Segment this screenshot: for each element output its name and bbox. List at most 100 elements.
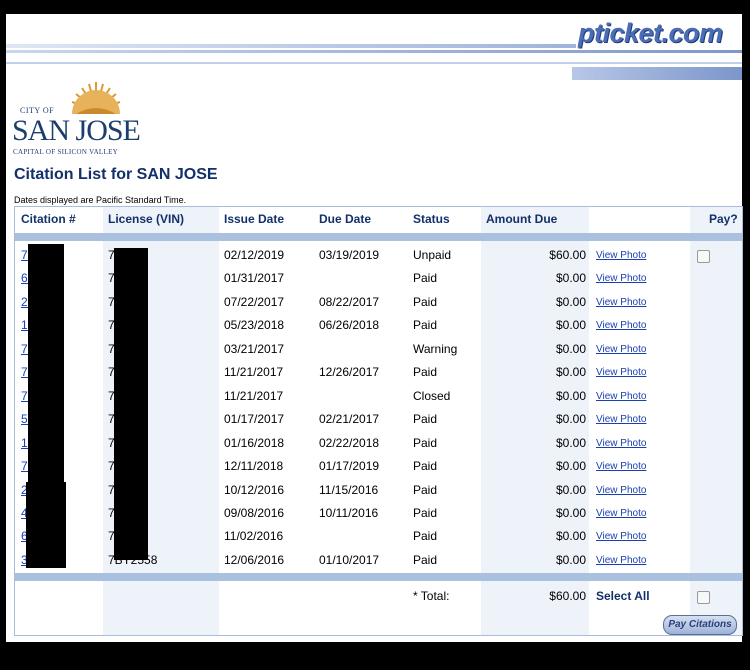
- select-all-label: Select All: [596, 589, 650, 603]
- amount-cell: $0.00: [555, 388, 586, 403]
- amount-cell: $0.00: [555, 271, 586, 286]
- col-amount-due: Amount Due: [486, 212, 558, 226]
- view-photo-link[interactable]: View Photo: [596, 502, 646, 525]
- pay-citations-button[interactable]: Pay Citations: [663, 615, 737, 635]
- total-row: * Total: $60.00 Select All: [15, 585, 742, 608]
- header-stripe: [6, 44, 576, 48]
- view-photo-link[interactable]: View Photo: [596, 314, 646, 337]
- col-issue-date: Issue Date: [224, 212, 285, 226]
- issue-date-cell: 03/21/2017: [224, 341, 285, 356]
- footer-divider: [15, 573, 742, 581]
- amount-cell: $0.00: [555, 294, 586, 309]
- header-stripe: [6, 50, 742, 53]
- view-photo-link[interactable]: View Photo: [596, 291, 646, 314]
- issue-date-cell: 12/11/2018: [224, 459, 284, 474]
- amount-cell: $0.00: [555, 412, 586, 427]
- amount-cell: $0.00: [555, 552, 586, 567]
- issue-date-cell: 05/23/2018: [224, 318, 285, 333]
- timezone-note: Dates displayed are Pacific Standard Tim…: [14, 195, 187, 205]
- due-date-cell: 01/10/2017: [319, 552, 380, 567]
- select-all-checkbox[interactable]: [697, 591, 710, 604]
- view-photo-link[interactable]: View Photo: [596, 361, 646, 384]
- col-status: Status: [413, 212, 450, 226]
- top-black-bar: [0, 0, 750, 14]
- due-date-cell: 03/19/2019: [319, 248, 380, 262]
- due-date-cell: 02/22/2018: [319, 435, 380, 450]
- status-cell: Unpaid: [413, 248, 452, 262]
- status-cell: Paid: [413, 505, 438, 520]
- due-date-cell: 08/22/2017: [319, 294, 380, 309]
- left-black-edge: [0, 14, 6, 642]
- amount-cell: $0.00: [555, 459, 586, 474]
- issue-date-cell: 12/06/2016: [224, 552, 285, 567]
- view-photo-link[interactable]: View Photo: [596, 479, 646, 502]
- issue-date-cell: 01/31/2017: [224, 271, 285, 286]
- city-tagline: CAPITAL OF SILICON VALLEY: [13, 148, 119, 156]
- header-divider: [15, 233, 742, 241]
- issue-date-cell: 07/22/2017: [224, 294, 285, 309]
- redaction-bar: [26, 482, 66, 568]
- view-photo-link[interactable]: View Photo: [596, 455, 646, 478]
- view-photo-link[interactable]: View Photo: [596, 432, 646, 455]
- col-pay: Pay?: [709, 212, 738, 226]
- due-date-cell: 10/11/2016: [319, 505, 379, 520]
- status-cell: Paid: [413, 271, 438, 286]
- due-date-cell: 02/21/2017: [319, 412, 380, 427]
- issue-date-cell: 11/21/2017: [224, 365, 284, 380]
- status-cell: Paid: [413, 318, 438, 333]
- status-cell: Paid: [413, 294, 438, 309]
- status-cell: Paid: [413, 552, 438, 567]
- due-date-cell: 06/26/2018: [319, 318, 380, 333]
- pticket-logo[interactable]: pticket.com: [578, 18, 723, 49]
- page-title: Citation List for SAN JOSE: [14, 166, 218, 183]
- col-due-date: Due Date: [319, 212, 372, 226]
- status-cell: Warning: [413, 341, 458, 356]
- amount-cell: $0.00: [555, 505, 586, 520]
- right-black-edge: [742, 14, 750, 642]
- status-cell: Closed: [413, 388, 451, 403]
- view-photo-link[interactable]: View Photo: [596, 549, 646, 572]
- due-date-cell: 11/15/2016: [319, 482, 379, 497]
- header-stripe: [572, 67, 742, 80]
- header-stripe: [6, 62, 742, 64]
- issue-date-cell: 02/12/2019: [224, 248, 285, 262]
- redaction-bar: [28, 244, 64, 482]
- status-cell: Paid: [413, 435, 438, 450]
- issue-date-cell: 10/12/2016: [224, 482, 285, 497]
- amount-cell: $0.00: [555, 435, 586, 450]
- status-cell: Paid: [413, 459, 438, 474]
- amount-cell: $0.00: [555, 318, 586, 333]
- amount-cell: $0.00: [555, 365, 586, 380]
- total-label: * Total:: [413, 589, 450, 603]
- redaction-bar: [114, 248, 148, 560]
- col-license: License (VIN): [108, 212, 185, 226]
- total-amount: $60.00: [549, 589, 586, 603]
- issue-date-cell: 11/02/2016: [224, 529, 284, 544]
- amount-cell: $0.00: [555, 482, 586, 497]
- issue-date-cell: 11/21/2017: [224, 388, 284, 403]
- pay-checkbox[interactable]: [697, 250, 710, 263]
- issue-date-cell: 01/17/2017: [224, 412, 285, 427]
- site-header: pticket.com: [6, 14, 742, 80]
- amount-cell: $0.00: [555, 529, 586, 544]
- city-name-logo: SAN JOSE: [12, 114, 141, 147]
- view-photo-link[interactable]: View Photo: [596, 408, 646, 431]
- status-cell: Paid: [413, 412, 438, 427]
- status-cell: Paid: [413, 365, 438, 380]
- view-photo-link[interactable]: View Photo: [596, 525, 646, 548]
- view-photo-link[interactable]: View Photo: [596, 244, 646, 267]
- san-jose-logo: CITY OF SAN JOSE CAPITAL OF SILICON VALL…: [12, 80, 147, 160]
- view-photo-link[interactable]: View Photo: [596, 338, 646, 361]
- amount-cell: $0.00: [555, 341, 586, 356]
- amount-cell: $60.00: [549, 248, 586, 262]
- view-photo-link[interactable]: View Photo: [596, 385, 646, 408]
- issue-date-cell: 01/16/2018: [224, 435, 285, 450]
- table-header: Citation # License (VIN) Issue Date Due …: [15, 207, 742, 231]
- due-date-cell: 01/17/2019: [319, 459, 380, 474]
- bottom-black-bar: [0, 642, 750, 670]
- view-photo-link[interactable]: View Photo: [596, 267, 646, 290]
- due-date-cell: 12/26/2017: [319, 365, 380, 380]
- status-cell: Paid: [413, 529, 438, 544]
- issue-date-cell: 09/08/2016: [224, 505, 285, 520]
- status-cell: Paid: [413, 482, 438, 497]
